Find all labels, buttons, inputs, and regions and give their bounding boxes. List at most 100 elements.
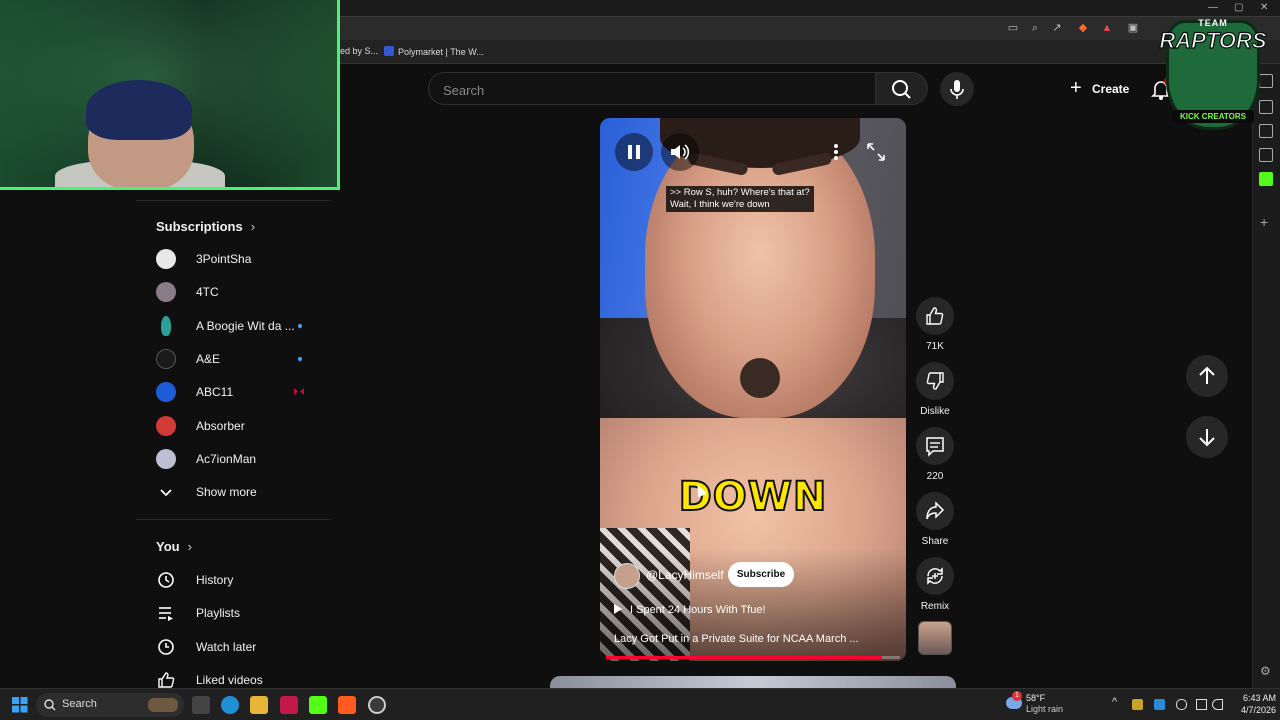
fullscreen-button[interactable] (864, 140, 888, 164)
sound-thumbnail[interactable] (918, 621, 952, 655)
you-heading[interactable]: You › (156, 539, 192, 554)
sidebar-item-subscription[interactable]: ABC11 (136, 376, 330, 408)
settings-icon[interactable]: ⚙ (1260, 664, 1271, 678)
kick-icon[interactable] (1259, 172, 1273, 186)
edge-icon[interactable] (221, 696, 239, 714)
pause-button[interactable] (615, 133, 653, 171)
linked-video-link[interactable]: I Spent 24 Hours With Tfue! (614, 604, 766, 616)
next-short-preview[interactable] (550, 676, 956, 688)
chevron-down-icon (160, 489, 172, 497)
taskbar-search[interactable]: Search (36, 693, 184, 717)
divider (136, 200, 330, 201)
logo-name-text: RAPTORS (1159, 27, 1267, 53)
previous-short-button[interactable] (1186, 355, 1228, 397)
close-window-icon[interactable]: ✕ (1260, 2, 1268, 13)
show-more-button[interactable]: Show more (136, 476, 330, 508)
subscribe-button[interactable]: Subscribe (728, 562, 794, 587)
speaker-icon[interactable] (1212, 699, 1223, 710)
more-options-button[interactable] (826, 140, 846, 164)
task-view-icon[interactable] (192, 696, 210, 714)
bookmarks-panel-icon[interactable] (1259, 148, 1273, 162)
sidebar-item-subscription[interactable]: Ac7ionMan (136, 443, 330, 475)
brave-rewards-icon[interactable]: ▲ (1100, 21, 1114, 35)
remix-icon (927, 567, 943, 585)
channel-label: ABC11 (196, 385, 234, 399)
dislike-button[interactable] (916, 362, 954, 400)
file-explorer-icon[interactable] (250, 696, 268, 714)
search-icon (892, 80, 911, 99)
channel-avatar (156, 449, 176, 469)
minimize-icon[interactable]: — (1208, 2, 1218, 13)
sidebar-item-playlists[interactable]: Playlists (136, 597, 330, 629)
history-icon (158, 572, 174, 588)
volume-button[interactable] (661, 133, 699, 171)
remix-button[interactable] (916, 557, 954, 595)
taskbar-clock[interactable]: 6:43 AM 4/7/2026 (1226, 692, 1276, 716)
brave-shield-icon[interactable]: ◆ (1076, 21, 1090, 35)
tray-app-icon[interactable] (1132, 699, 1143, 710)
weather-temp: 58°F (1026, 693, 1046, 703)
polymarket-icon (384, 46, 394, 56)
video-progress-bar[interactable] (606, 656, 900, 659)
sidebar-item-subscription[interactable]: A&E (136, 343, 330, 375)
brave-icon[interactable] (338, 696, 356, 714)
logo-team-text: TEAM (1198, 18, 1228, 28)
like-button[interactable] (916, 297, 954, 335)
sidebar-toggle-icon[interactable]: ▣ (1126, 21, 1140, 35)
chevron-up-icon[interactable]: ^ (1112, 696, 1117, 708)
pause-icon (628, 145, 640, 159)
short-title[interactable]: Lacy Got Put in a Private Suite for NCAA… (614, 633, 894, 645)
channel-avatar (156, 282, 176, 302)
share-page-icon[interactable]: ↗ (1050, 21, 1064, 35)
share-button[interactable] (916, 492, 954, 530)
voice-search-button[interactable] (940, 72, 974, 106)
obs-icon[interactable] (368, 696, 386, 714)
browser-toolbar: ▭ ⌕ ↗ ◆ ▲ ▣ (340, 16, 1280, 40)
zoom-icon[interactable]: ⌕ (1028, 21, 1042, 35)
search-icon (44, 699, 56, 711)
create-button[interactable]: + Create (1062, 72, 1140, 106)
webcam-overlay (0, 0, 340, 190)
comments-button[interactable] (916, 427, 954, 465)
tray-app-icon[interactable] (1154, 699, 1165, 710)
channel-name[interactable]: @LacyHimself (646, 568, 724, 582)
channel-avatar (161, 316, 171, 336)
channel-label: Absorber (196, 419, 245, 433)
network-icon[interactable] (1196, 699, 1207, 710)
kick-app-icon[interactable] (309, 696, 327, 714)
subscriptions-heading[interactable]: Subscriptions › (156, 219, 255, 234)
bookmark-item[interactable]: ed by S... (340, 46, 378, 56)
history-label: History (196, 573, 234, 587)
sidebar-item-subscription[interactable]: 3PointSha (136, 243, 330, 275)
windows-start-icon[interactable] (12, 697, 28, 713)
search-input[interactable] (443, 81, 843, 99)
add-panel-icon[interactable]: + (1260, 214, 1268, 230)
windows-taskbar: Search 1 58°F Light rain ^ 6:43 AM 4/7/2… (0, 688, 1280, 720)
sidebar-item-subscription[interactable]: A Boogie Wit da ... (136, 310, 330, 342)
weather-condition: Light rain (1026, 704, 1064, 714)
microphone-tray-icon[interactable] (1176, 699, 1187, 710)
channel-avatar[interactable] (614, 563, 640, 589)
next-short-button[interactable] (1186, 416, 1228, 458)
volume-icon (671, 144, 690, 160)
sidebar-item-history[interactable]: History (136, 564, 330, 596)
playlists-label: Playlists (196, 606, 241, 620)
bookmarks-bar: ed by S... Polymarket | The W... (340, 40, 1280, 64)
create-label: Create (1092, 82, 1130, 96)
app-icon[interactable] (280, 696, 298, 714)
sidebar-item-subscription[interactable]: 4TC (136, 276, 330, 308)
share-label: Share (921, 536, 949, 547)
taskbar-search-label: Search (62, 698, 97, 710)
channel-avatar (156, 249, 176, 269)
sidebar-item-subscription[interactable]: Absorber (136, 410, 330, 442)
restore-icon[interactable]: ▢ (1234, 2, 1243, 13)
arrow-up-icon (1199, 366, 1215, 384)
bookmark-item[interactable]: Polymarket | The W... (384, 46, 484, 57)
sidebar-item-watch-later[interactable]: Watch later (136, 631, 330, 663)
bookmark-label: Polymarket | The W... (398, 47, 484, 57)
video-frame (740, 358, 780, 398)
weather-badge: 1 (1012, 691, 1022, 701)
channel-avatar (156, 349, 176, 369)
search-button[interactable] (876, 72, 928, 105)
cast-icon[interactable]: ▭ (1006, 21, 1020, 35)
